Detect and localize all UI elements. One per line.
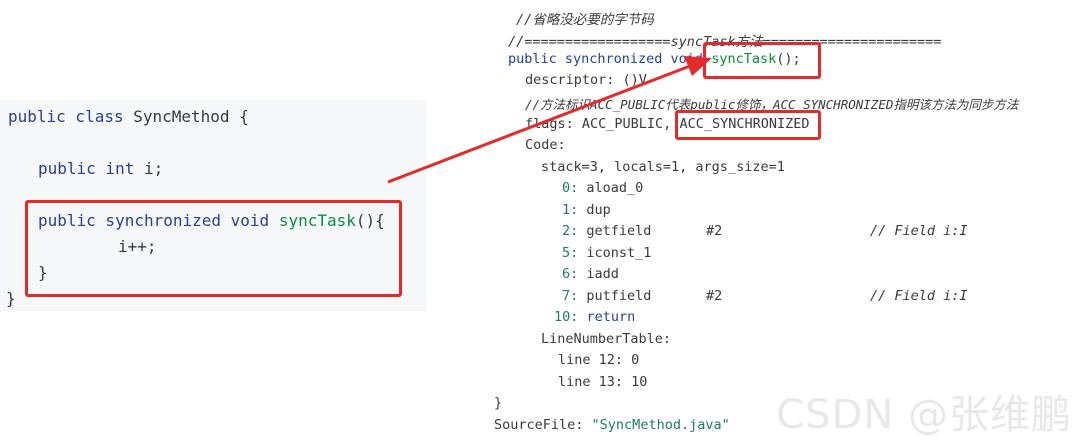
instruction-index: 6: (562, 266, 579, 282)
instruction-op: iconst_1 (586, 245, 652, 261)
field-declaration: public int i; (38, 159, 163, 178)
sourcefile-value: "SyncMethod.java" (591, 417, 730, 433)
class-declaration: public class SyncMethod { (8, 107, 249, 126)
linenumbertable-label: LineNumberTable: (541, 331, 672, 347)
instruction-op: getfield (586, 223, 652, 239)
instruction-comment: // Field i:I (870, 223, 968, 239)
instruction-op: putfield (586, 288, 652, 304)
instruction-index: 2: (562, 223, 579, 239)
instruction-row: 2: getfield (562, 223, 651, 239)
instruction-comment: // Field i:I (870, 288, 968, 304)
signature-modifiers: public synchronized void (508, 51, 704, 67)
stack-line: stack=3, locals=1, args_size=1 (541, 159, 785, 175)
instruction-row: 5: iconst_1 (562, 245, 651, 261)
instruction-op: dup (586, 202, 611, 218)
linenumbertable-entry: line 13: 10 (558, 374, 648, 390)
descriptor-line: descriptor: ()V (525, 72, 647, 88)
field-name: i; (143, 159, 164, 178)
flags-label: flags: ACC_PUBLIC, (525, 116, 672, 132)
instruction-index: 7: (562, 288, 579, 304)
instruction-op: iadd (586, 266, 619, 282)
instruction-arg: #2 (706, 288, 723, 304)
class-name: SyncMethod (133, 107, 230, 126)
instruction-arg: #2 (706, 223, 723, 239)
field-type: public int (38, 159, 135, 178)
flags-highlight-box (675, 110, 821, 140)
class-keyword: public class (8, 107, 124, 126)
class-close-brace: } (6, 289, 16, 308)
signature-highlight-box (703, 42, 821, 79)
instruction-index: 10: (554, 309, 579, 325)
instruction-index: 5: (562, 245, 579, 261)
bytecode-close-brace: } (494, 395, 503, 411)
instruction-row: 1: dup (562, 202, 611, 218)
linenumbertable-entry: line 12: 0 (558, 352, 640, 368)
comment-omit: //省略没必要的字节码 (516, 12, 654, 28)
sourcefile-label: SourceFile: (494, 417, 584, 433)
sourcefile-line: SourceFile: "SyncMethod.java" (494, 417, 730, 433)
instruction-op: aload_0 (586, 180, 644, 196)
open-brace: { (239, 107, 249, 126)
instruction-op: return (586, 309, 636, 325)
instruction-index: 1: (562, 202, 579, 218)
instruction-row: 6: iadd (562, 266, 619, 282)
instruction-row: 7: putfield (562, 288, 651, 304)
instruction-row: 0: aload_0 (562, 180, 643, 196)
instruction-index: 0: (562, 180, 579, 196)
code-label: Code: (525, 137, 566, 153)
method-highlight-box (25, 200, 402, 297)
instruction-row: 10: return (554, 309, 635, 325)
watermark: CSDN @张维鹏 (776, 392, 1072, 438)
